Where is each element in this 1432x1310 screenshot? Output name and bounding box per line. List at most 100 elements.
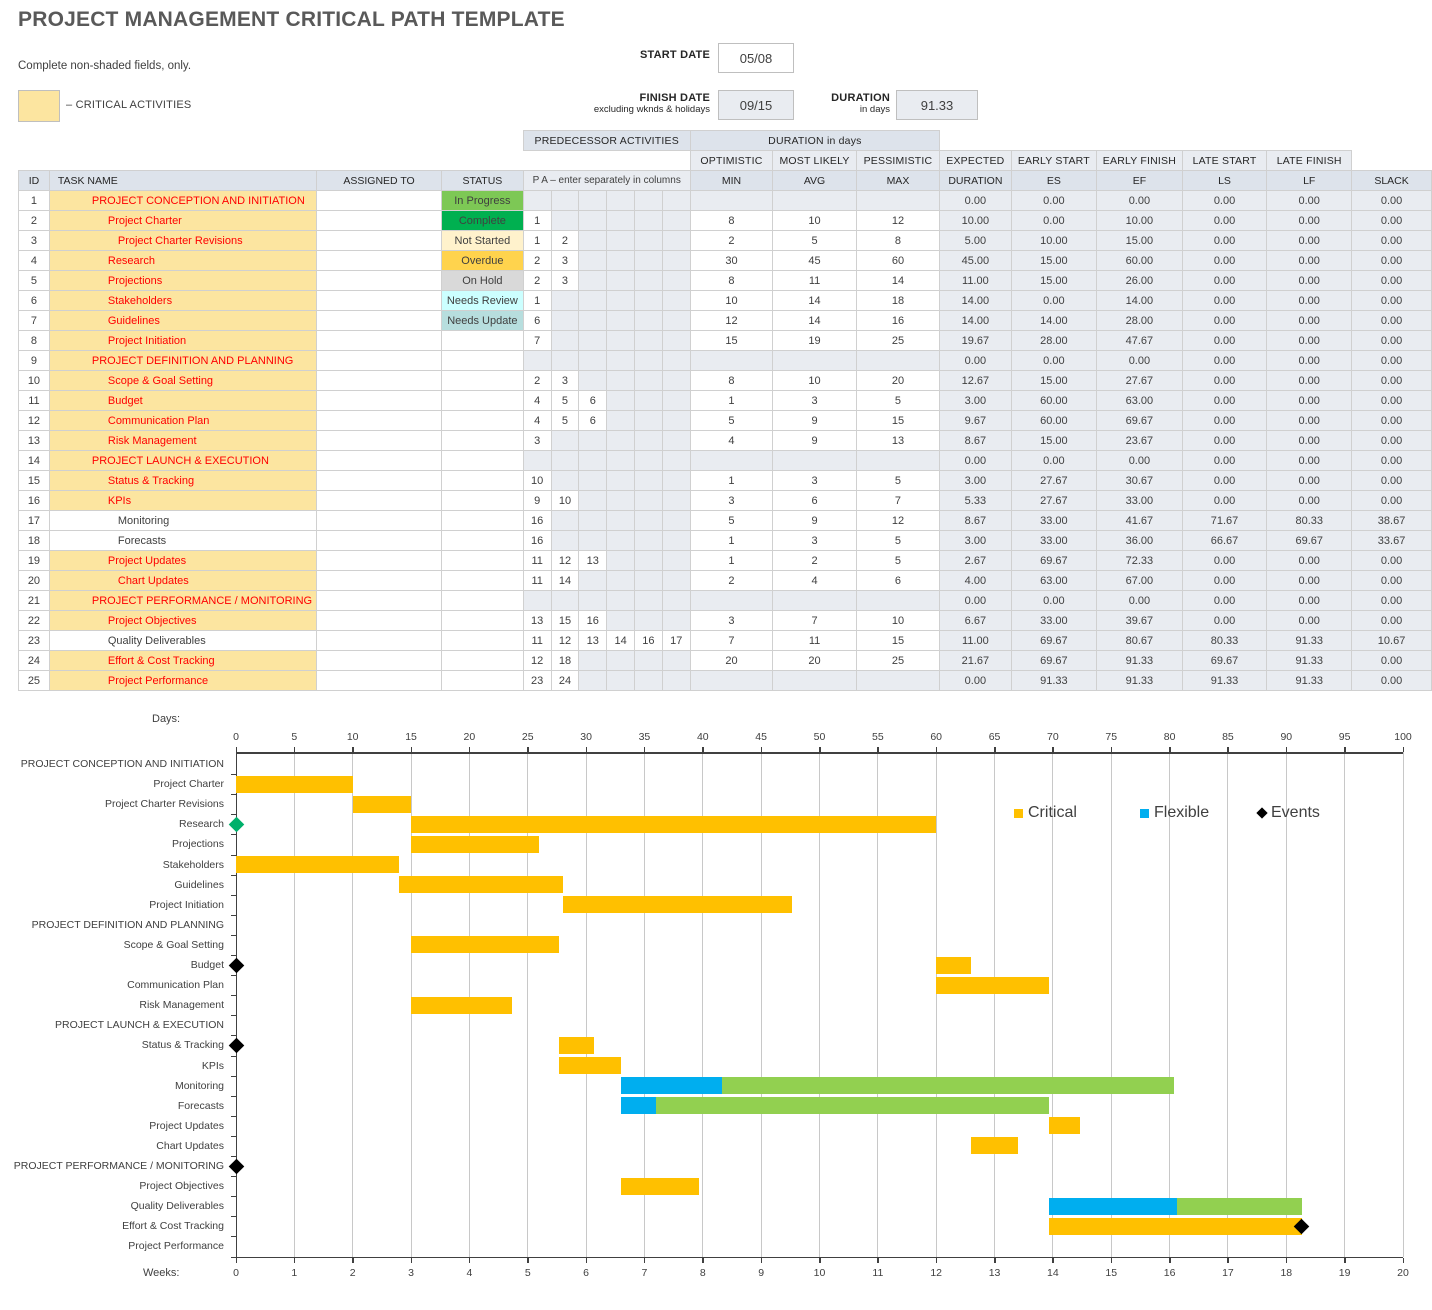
- row-avg[interactable]: 19: [773, 331, 856, 351]
- row-predecessor-1[interactable]: 3: [523, 431, 551, 451]
- row-assigned-to[interactable]: [317, 251, 442, 271]
- row-max[interactable]: 5: [856, 471, 939, 491]
- row-max[interactable]: 25: [856, 651, 939, 671]
- row-predecessor-6[interactable]: [662, 511, 690, 531]
- row-avg[interactable]: 3: [773, 531, 856, 551]
- row-predecessor-3[interactable]: 6: [579, 391, 607, 411]
- row-predecessor-3[interactable]: [579, 351, 607, 371]
- row-avg[interactable]: 5: [773, 231, 856, 251]
- row-status[interactable]: [441, 571, 523, 591]
- row-predecessor-6[interactable]: [662, 411, 690, 431]
- row-predecessor-4[interactable]: [607, 411, 635, 431]
- row-predecessor-5[interactable]: 16: [635, 631, 663, 651]
- row-predecessor-3[interactable]: [579, 511, 607, 531]
- row-predecessor-5[interactable]: [635, 191, 663, 211]
- row-max[interactable]: 20: [856, 371, 939, 391]
- row-max[interactable]: 12: [856, 211, 939, 231]
- row-avg[interactable]: [773, 351, 856, 371]
- row-predecessor-4[interactable]: [607, 231, 635, 251]
- row-predecessor-1[interactable]: 2: [523, 271, 551, 291]
- row-min[interactable]: 8: [690, 211, 773, 231]
- row-assigned-to[interactable]: [317, 591, 442, 611]
- row-predecessor-5[interactable]: [635, 611, 663, 631]
- row-assigned-to[interactable]: [317, 551, 442, 571]
- row-predecessor-2[interactable]: [551, 191, 579, 211]
- row-predecessor-2[interactable]: [551, 311, 579, 331]
- row-avg[interactable]: 3: [773, 471, 856, 491]
- row-predecessor-2[interactable]: 12: [551, 631, 579, 651]
- row-avg[interactable]: 10: [773, 211, 856, 231]
- row-status[interactable]: On Hold: [441, 271, 523, 291]
- row-predecessor-6[interactable]: [662, 451, 690, 471]
- row-predecessor-3[interactable]: 16: [579, 611, 607, 631]
- row-status[interactable]: In Progress: [441, 191, 523, 211]
- row-status[interactable]: [441, 631, 523, 651]
- row-predecessor-2[interactable]: [551, 331, 579, 351]
- row-predecessor-5[interactable]: [635, 531, 663, 551]
- row-status[interactable]: [441, 611, 523, 631]
- row-predecessor-6[interactable]: [662, 331, 690, 351]
- row-avg[interactable]: 7: [773, 611, 856, 631]
- row-avg[interactable]: 10: [773, 371, 856, 391]
- row-predecessor-5[interactable]: [635, 311, 663, 331]
- row-max[interactable]: 6: [856, 571, 939, 591]
- row-assigned-to[interactable]: [317, 511, 442, 531]
- row-assigned-to[interactable]: [317, 431, 442, 451]
- row-predecessor-2[interactable]: 18: [551, 651, 579, 671]
- row-predecessor-2[interactable]: [551, 511, 579, 531]
- row-predecessor-4[interactable]: [607, 571, 635, 591]
- row-avg[interactable]: 20: [773, 651, 856, 671]
- row-predecessor-1[interactable]: 4: [523, 411, 551, 431]
- row-predecessor-3[interactable]: [579, 571, 607, 591]
- row-task-name[interactable]: PROJECT PERFORMANCE / MONITORING: [49, 591, 316, 611]
- row-predecessor-5[interactable]: [635, 471, 663, 491]
- row-max[interactable]: 15: [856, 631, 939, 651]
- row-task-name[interactable]: Quality Deliverables: [49, 631, 316, 651]
- row-predecessor-6[interactable]: [662, 351, 690, 371]
- row-status[interactable]: [441, 651, 523, 671]
- row-predecessor-1[interactable]: 23: [523, 671, 551, 691]
- row-predecessor-6[interactable]: [662, 271, 690, 291]
- row-predecessor-6[interactable]: [662, 471, 690, 491]
- row-assigned-to[interactable]: [317, 191, 442, 211]
- row-predecessor-6[interactable]: [662, 591, 690, 611]
- row-predecessor-3[interactable]: [579, 331, 607, 351]
- row-predecessor-1[interactable]: 10: [523, 471, 551, 491]
- row-max[interactable]: 10: [856, 611, 939, 631]
- row-task-name[interactable]: Project Initiation: [49, 331, 316, 351]
- row-predecessor-3[interactable]: [579, 671, 607, 691]
- row-task-name[interactable]: Chart Updates: [49, 571, 316, 591]
- row-avg[interactable]: 14: [773, 311, 856, 331]
- row-predecessor-6[interactable]: [662, 531, 690, 551]
- row-task-name[interactable]: KPIs: [49, 491, 316, 511]
- row-max[interactable]: 5: [856, 391, 939, 411]
- row-avg[interactable]: 3: [773, 391, 856, 411]
- row-predecessor-2[interactable]: 3: [551, 271, 579, 291]
- row-status[interactable]: Not Started: [441, 231, 523, 251]
- row-min[interactable]: 30: [690, 251, 773, 271]
- row-predecessor-4[interactable]: [607, 391, 635, 411]
- row-task-name[interactable]: PROJECT LAUNCH & EXECUTION: [49, 451, 316, 471]
- row-min[interactable]: 3: [690, 611, 773, 631]
- row-status[interactable]: [441, 551, 523, 571]
- row-predecessor-5[interactable]: [635, 351, 663, 371]
- row-max[interactable]: 14: [856, 271, 939, 291]
- row-predecessor-6[interactable]: 17: [662, 631, 690, 651]
- row-predecessor-5[interactable]: [635, 511, 663, 531]
- row-predecessor-6[interactable]: [662, 371, 690, 391]
- row-avg[interactable]: [773, 591, 856, 611]
- row-predecessor-4[interactable]: 14: [607, 631, 635, 651]
- row-predecessor-4[interactable]: [607, 611, 635, 631]
- row-predecessor-3[interactable]: [579, 451, 607, 471]
- row-predecessor-3[interactable]: [579, 491, 607, 511]
- row-assigned-to[interactable]: [317, 651, 442, 671]
- row-max[interactable]: 60: [856, 251, 939, 271]
- row-predecessor-5[interactable]: [635, 211, 663, 231]
- row-predecessor-5[interactable]: [635, 551, 663, 571]
- row-assigned-to[interactable]: [317, 491, 442, 511]
- row-min[interactable]: 15: [690, 331, 773, 351]
- row-predecessor-2[interactable]: [551, 471, 579, 491]
- row-predecessor-1[interactable]: 11: [523, 631, 551, 651]
- row-max[interactable]: [856, 591, 939, 611]
- row-predecessor-6[interactable]: [662, 191, 690, 211]
